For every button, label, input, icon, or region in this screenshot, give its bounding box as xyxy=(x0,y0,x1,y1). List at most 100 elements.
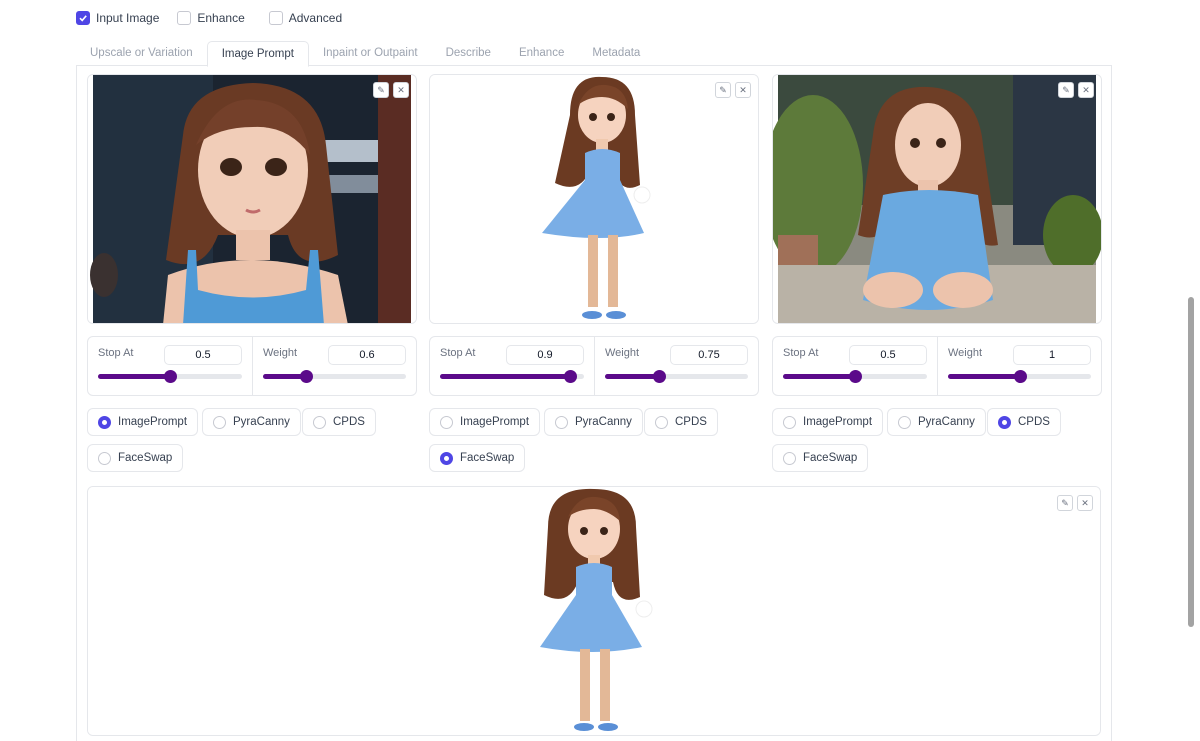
tab-inpaint-or-outpaint[interactable]: Inpaint or Outpaint xyxy=(309,41,432,66)
tab-metadata[interactable]: Metadata xyxy=(578,41,654,66)
scrollbar-thumb[interactable] xyxy=(1188,297,1194,627)
pencil-icon[interactable]: ✎ xyxy=(373,82,389,98)
radio-label: ImagePrompt xyxy=(803,416,873,428)
slider-handle[interactable] xyxy=(1013,370,1027,383)
weight-slider: Weight 0.75 xyxy=(594,337,758,395)
image-slot-3[interactable]: ✎ ✕ xyxy=(772,74,1102,324)
weight-label: Weight xyxy=(605,347,640,359)
slider-fill xyxy=(440,374,570,379)
weight-label: Weight xyxy=(948,347,983,359)
slider-fill xyxy=(783,374,855,379)
radio-icon xyxy=(898,415,911,429)
slider-handle[interactable] xyxy=(299,370,313,383)
slider-track[interactable] xyxy=(605,370,748,383)
weight-slider: Weight 0.6 xyxy=(252,337,416,395)
radio-icon xyxy=(440,451,453,465)
radio-icon xyxy=(783,415,796,429)
photo-cartoon-girl xyxy=(430,75,758,323)
image-slot-2[interactable]: ✎ ✕ xyxy=(429,74,759,324)
top-options: Input Image Enhance Advanced xyxy=(76,11,360,25)
radio-icon xyxy=(98,451,111,465)
tab-enhance[interactable]: Enhance xyxy=(505,41,578,66)
pencil-icon[interactable]: ✎ xyxy=(1057,495,1073,511)
photo-cartoon-girl xyxy=(88,487,1100,735)
slider-track[interactable] xyxy=(440,370,584,383)
weight-value[interactable]: 0.6 xyxy=(328,345,406,365)
slider-track[interactable] xyxy=(783,370,927,383)
radio-pyracanny[interactable]: PyraCanny xyxy=(887,408,986,436)
close-icon[interactable]: ✕ xyxy=(1078,82,1094,98)
stop-at-value[interactable]: 0.9 xyxy=(506,345,584,365)
stop-at-label: Stop At xyxy=(783,347,819,359)
pencil-icon[interactable]: ✎ xyxy=(1058,82,1074,98)
radio-faceswap[interactable]: FaceSwap xyxy=(87,444,184,472)
radio-label: FaceSwap xyxy=(118,452,173,464)
slider-handle[interactable] xyxy=(652,370,666,383)
radio-label: FaceSwap xyxy=(803,452,858,464)
slider-handle[interactable] xyxy=(849,370,862,383)
weight-value[interactable]: 0.75 xyxy=(670,345,748,365)
photo-realistic-girl-sitting xyxy=(773,75,1101,323)
close-icon[interactable]: ✕ xyxy=(393,82,409,98)
radio-label: FaceSwap xyxy=(460,452,515,464)
image-actions: ✎ ✕ xyxy=(715,82,751,98)
radio-imageprompt[interactable]: ImagePrompt xyxy=(87,408,199,436)
stop-at-value[interactable]: 0.5 xyxy=(849,345,927,365)
slider-track[interactable] xyxy=(98,370,242,383)
slider-track[interactable] xyxy=(948,370,1091,383)
image-actions: ✎ ✕ xyxy=(1058,82,1094,98)
tab-upscale-or-variation[interactable]: Upscale or Variation xyxy=(76,41,207,66)
input-image-checkbox[interactable]: Input Image xyxy=(76,11,159,25)
radio-label: PyraCanny xyxy=(575,416,632,428)
radio-icon xyxy=(555,415,568,429)
slider-group-3: Stop At 0.5 Weight 1 xyxy=(772,336,1102,396)
radio-label: CPDS xyxy=(333,416,365,428)
image-actions: ✎ ✕ xyxy=(373,82,409,98)
radio-icon xyxy=(783,451,796,465)
image-actions: ✎ ✕ xyxy=(1057,495,1093,511)
slider-handle[interactable] xyxy=(563,370,577,383)
radio-label: CPDS xyxy=(1018,416,1050,428)
slider-fill xyxy=(948,374,1020,379)
radio-imageprompt[interactable]: ImagePrompt xyxy=(429,408,541,436)
radio-cpds[interactable]: CPDS xyxy=(987,408,1061,436)
weight-label: Weight xyxy=(263,347,298,359)
stop-at-value[interactable]: 0.5 xyxy=(164,345,242,365)
slider-handle[interactable] xyxy=(164,370,177,383)
weight-value[interactable]: 1 xyxy=(1013,345,1091,365)
radio-label: PyraCanny xyxy=(918,416,975,428)
radio-faceswap[interactable]: FaceSwap xyxy=(429,444,526,472)
radio-label: CPDS xyxy=(675,416,707,428)
app: Input Image Enhance Advanced Upscale or … xyxy=(0,0,1200,741)
checkbox-icon xyxy=(76,11,90,25)
pencil-icon[interactable]: ✎ xyxy=(715,82,731,98)
output-image[interactable]: ✎ ✕ xyxy=(87,486,1101,736)
weight-slider: Weight 1 xyxy=(937,337,1101,395)
radio-icon xyxy=(213,415,226,429)
tab-image-prompt[interactable]: Image Prompt xyxy=(206,41,309,67)
advanced-checkbox[interactable]: Advanced xyxy=(268,11,342,25)
radio-pyracanny[interactable]: PyraCanny xyxy=(544,408,643,436)
checkbox-label: Enhance xyxy=(197,11,245,25)
stop-at-label: Stop At xyxy=(98,347,134,359)
close-icon[interactable]: ✕ xyxy=(735,82,751,98)
radio-faceswap[interactable]: FaceSwap xyxy=(772,444,869,472)
radio-icon xyxy=(440,415,453,429)
radio-imageprompt[interactable]: ImagePrompt xyxy=(772,408,884,436)
stop-at-slider: Stop At 0.5 xyxy=(88,337,252,395)
enhance-checkbox[interactable]: Enhance xyxy=(177,11,245,25)
radio-icon xyxy=(998,415,1011,429)
radio-label: ImagePrompt xyxy=(118,416,188,428)
slider-track[interactable] xyxy=(263,370,406,383)
checkbox-icon xyxy=(177,11,192,25)
photo-realistic-girl xyxy=(88,75,416,323)
tab-describe[interactable]: Describe xyxy=(432,41,505,66)
radio-cpds[interactable]: CPDS xyxy=(302,408,376,436)
radio-label: ImagePrompt xyxy=(460,416,530,428)
close-icon[interactable]: ✕ xyxy=(1077,495,1093,511)
tab-bar: Upscale or Variation Image Prompt Inpain… xyxy=(76,41,1112,67)
radio-icon xyxy=(98,415,111,429)
radio-pyracanny[interactable]: PyraCanny xyxy=(202,408,301,436)
radio-cpds[interactable]: CPDS xyxy=(644,408,718,436)
image-slot-1[interactable]: ✎ ✕ xyxy=(87,74,417,324)
